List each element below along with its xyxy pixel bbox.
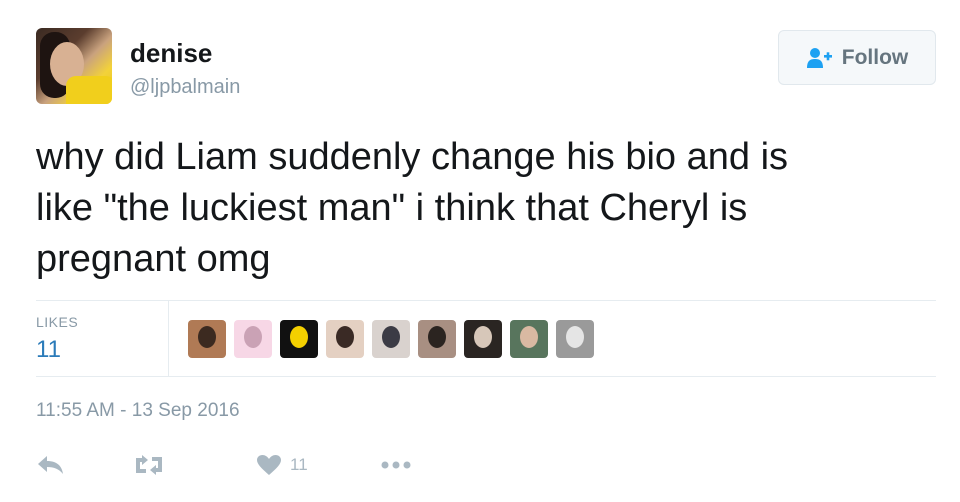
follow-label: Follow	[841, 45, 909, 69]
likes-label: LIKES	[36, 314, 79, 330]
liker-face	[382, 326, 400, 348]
divider-vertical	[168, 300, 169, 376]
liker-face	[520, 326, 538, 348]
divider-bottom	[36, 376, 936, 377]
follow-button[interactable]: Follow	[778, 30, 936, 85]
add-user-icon	[806, 47, 832, 68]
retweet-icon	[136, 455, 162, 475]
liker-avatar[interactable]	[234, 320, 272, 358]
liker-face	[244, 326, 262, 348]
liker-face	[198, 326, 216, 348]
liker-face	[290, 326, 308, 348]
divider-top	[36, 300, 936, 301]
liker-avatar[interactable]	[188, 320, 226, 358]
display-name[interactable]: denise	[130, 38, 212, 69]
liker-avatar[interactable]	[326, 320, 364, 358]
liker-avatar[interactable]	[280, 320, 318, 358]
liker-face	[566, 326, 584, 348]
more-button[interactable]	[380, 460, 412, 470]
more-icon	[381, 461, 411, 469]
avatar-shirt	[66, 76, 112, 104]
tweet-text: why did Liam suddenly change his bio and…	[36, 136, 789, 280]
likes-count[interactable]: 11	[36, 336, 61, 364]
user-handle[interactable]: @ljpbalmain	[130, 76, 240, 99]
timestamp[interactable]: 11:55 AM - 13 Sep 2016	[36, 400, 240, 422]
liker-avatar[interactable]	[372, 320, 410, 358]
liker-avatar[interactable]	[464, 320, 502, 358]
retweet-button[interactable]	[132, 454, 256, 476]
heart-icon	[257, 455, 281, 475]
likers-list	[188, 320, 594, 358]
liker-avatar[interactable]	[556, 320, 594, 358]
like-button[interactable]: 11	[256, 454, 380, 476]
liker-avatar[interactable]	[510, 320, 548, 358]
action-bar: 11	[36, 448, 412, 482]
liker-avatar[interactable]	[418, 320, 456, 358]
avatar[interactable]	[36, 28, 112, 104]
liker-face	[336, 326, 354, 348]
like-count: 11	[290, 455, 308, 474]
reply-button[interactable]	[36, 454, 132, 476]
reply-icon	[38, 456, 63, 474]
liker-face	[474, 326, 492, 348]
liker-face	[428, 326, 446, 348]
